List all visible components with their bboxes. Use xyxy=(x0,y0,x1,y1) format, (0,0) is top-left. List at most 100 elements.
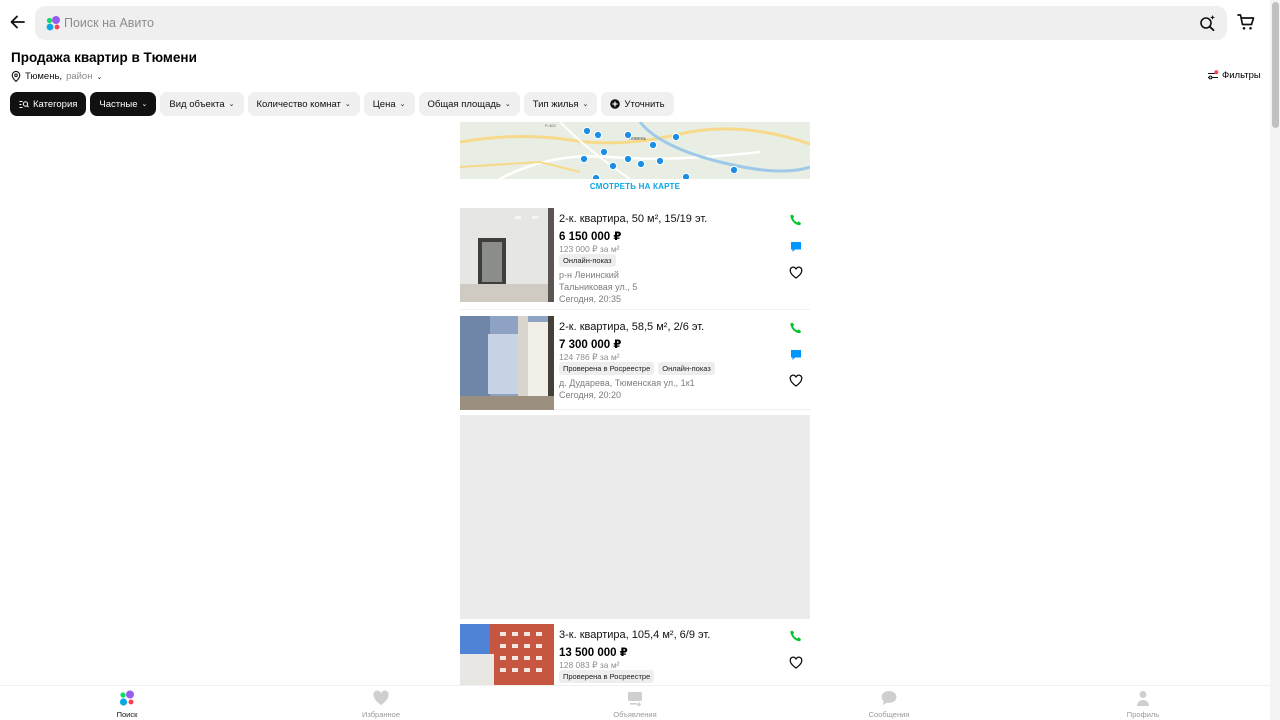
map-preview-card[interactable]: Тюмень Р-402 СМОТРЕТЬ НА КАРТЕ xyxy=(460,122,810,202)
listing-date: Сегодня, 20:20 xyxy=(559,390,622,400)
back-arrow-icon[interactable] xyxy=(8,12,28,32)
map-preview[interactable]: Тюмень Р-402 xyxy=(460,122,810,179)
favorite-heart-icon[interactable] xyxy=(789,656,803,670)
filters-label: Фильтры xyxy=(1222,70,1261,81)
map-marker xyxy=(655,156,665,166)
chevron-down-icon: ⌄ xyxy=(582,101,589,108)
heart-icon xyxy=(373,690,389,705)
map-marker xyxy=(729,165,739,175)
location-selector[interactable]: Тюмень, район ⌄ xyxy=(11,71,102,82)
listing-price: 13 500 000 ₽ xyxy=(559,647,628,659)
badge-online-showing: Онлайн-показ xyxy=(559,254,616,267)
chevron-down-icon: ⌄ xyxy=(399,101,406,108)
map-marker xyxy=(582,126,592,136)
nav-label: Объявления xyxy=(613,710,657,719)
map-marker xyxy=(579,154,589,164)
chip-private[interactable]: Частные ⌄ xyxy=(90,92,157,116)
chip-label: Тип жилья xyxy=(532,98,579,110)
listing-address: д. Дударева, Тюменская ул., 1к1 xyxy=(559,378,695,388)
badge-rosreestr-verified: Проверена в Росреестре xyxy=(559,670,655,683)
chevron-down-icon: ⌄ xyxy=(141,101,148,108)
search-logo-icon xyxy=(119,690,134,706)
listing-photo[interactable] xyxy=(460,316,554,410)
map-marker xyxy=(623,154,633,164)
chip-area[interactable]: Общая площадь ⌄ xyxy=(418,92,520,116)
map-road-label: Р-402 xyxy=(545,123,556,128)
map-marker xyxy=(648,140,658,150)
listing-district: р-н Ленинский xyxy=(559,270,619,280)
listing-feed: Тюмень Р-402 СМОТРЕТЬ НА КАРТЕ 2-к. квар… xyxy=(460,122,810,718)
location-district: район xyxy=(66,71,93,82)
listing-title[interactable]: 2-к. квартира, 50 м², 15/19 эт. xyxy=(559,213,707,225)
page-title: Продажа квартир в Тюмени xyxy=(11,50,197,65)
category-search-icon xyxy=(19,100,29,108)
chip-label: Цена xyxy=(372,98,396,110)
call-icon[interactable] xyxy=(789,213,803,227)
listing-card[interactable]: 3-к. квартира, 105,4 м², 6/9 эт. 13 500 … xyxy=(460,624,810,718)
chip-price[interactable]: Цена ⌄ xyxy=(363,92,415,116)
nav-label: Избранное xyxy=(361,710,400,719)
chevron-down-icon: ⌄ xyxy=(228,101,235,108)
chip-label: Частные xyxy=(99,98,138,110)
map-marker xyxy=(591,173,601,179)
search-input[interactable] xyxy=(64,6,1184,40)
chevron-down-icon: ⌄ xyxy=(504,101,511,108)
nav-search[interactable]: Поиск xyxy=(87,689,167,719)
call-icon[interactable] xyxy=(789,321,803,335)
avito-logo-icon xyxy=(46,16,60,31)
listing-title[interactable]: 2-к. квартира, 58,5 м², 2/6 эт. xyxy=(559,321,704,333)
filters-button[interactable]: Фильтры xyxy=(1207,70,1261,81)
nav-messages[interactable]: Сообщения xyxy=(849,689,929,719)
chip-label: Категория xyxy=(33,98,78,110)
chip-label: Вид объекта xyxy=(169,98,225,110)
chat-icon[interactable] xyxy=(789,348,803,362)
map-marker xyxy=(599,147,609,157)
location-pin-icon xyxy=(11,71,21,82)
user-icon xyxy=(1137,691,1149,706)
nav-ads[interactable]: Объявления xyxy=(595,689,675,719)
page-scrollbar[interactable] xyxy=(1270,0,1280,720)
chip-refine[interactable]: Уточнить xyxy=(601,92,674,116)
listing-badges: Проверена в Росреестре Онлайн-показ xyxy=(559,362,715,375)
chevron-down-icon: ⌄ xyxy=(344,101,351,108)
search-bar[interactable] xyxy=(35,6,1227,40)
map-marker xyxy=(593,130,603,140)
show-on-map-link[interactable]: СМОТРЕТЬ НА КАРТЕ xyxy=(460,182,810,191)
chip-object-type[interactable]: Вид объекта ⌄ xyxy=(160,92,244,116)
listing-photo[interactable] xyxy=(460,208,554,302)
nav-favorites[interactable]: Избранное xyxy=(341,689,421,719)
chip-category[interactable]: Категория xyxy=(10,92,87,116)
top-bar xyxy=(0,0,1270,44)
plus-circle-icon xyxy=(610,99,621,109)
favorite-heart-icon[interactable] xyxy=(789,266,803,280)
chip-label: Общая площадь xyxy=(427,98,501,110)
nav-label: Поиск xyxy=(116,710,138,719)
listing-address: Тальниковая ул., 5 xyxy=(559,282,638,292)
listing-badges: Онлайн-показ xyxy=(559,254,616,267)
call-icon[interactable] xyxy=(789,629,803,643)
chip-housing-type[interactable]: Тип жилья ⌄ xyxy=(523,92,598,116)
chip-label: Уточнить xyxy=(624,98,665,110)
map-marker xyxy=(681,172,691,179)
chip-label: Количество комнат xyxy=(256,98,341,110)
listing-badges: Проверена в Росреестре xyxy=(559,670,655,683)
filter-chips: Категория Частные ⌄ Вид объекта ⌄ Количе… xyxy=(10,92,674,116)
map-marker xyxy=(623,130,633,140)
nav-label: Профиль xyxy=(1126,710,1160,719)
listing-card[interactable]: 2-к. квартира, 58,5 м², 2/6 эт. 7 300 00… xyxy=(460,316,810,410)
listing-title[interactable]: 3-к. квартира, 105,4 м², 6/9 эт. xyxy=(559,629,710,641)
ads-icon xyxy=(628,692,642,707)
listing-card[interactable]: 2-к. квартира, 50 м², 15/19 эт. 6 150 00… xyxy=(460,208,810,310)
favorite-heart-icon[interactable] xyxy=(789,374,803,388)
chat-icon[interactable] xyxy=(789,240,803,254)
nav-profile[interactable]: Профиль xyxy=(1103,689,1183,719)
badge-online-showing: Онлайн-показ xyxy=(658,362,715,375)
chip-rooms[interactable]: Количество комнат ⌄ xyxy=(247,92,360,116)
ad-placeholder xyxy=(460,415,810,619)
smart-search-icon[interactable] xyxy=(1199,14,1216,31)
scrollbar-thumb[interactable] xyxy=(1272,2,1279,128)
map-marker xyxy=(608,161,618,171)
listing-date: Сегодня, 20:35 xyxy=(559,294,622,304)
map-marker xyxy=(671,132,681,142)
cart-icon[interactable] xyxy=(1236,12,1256,32)
